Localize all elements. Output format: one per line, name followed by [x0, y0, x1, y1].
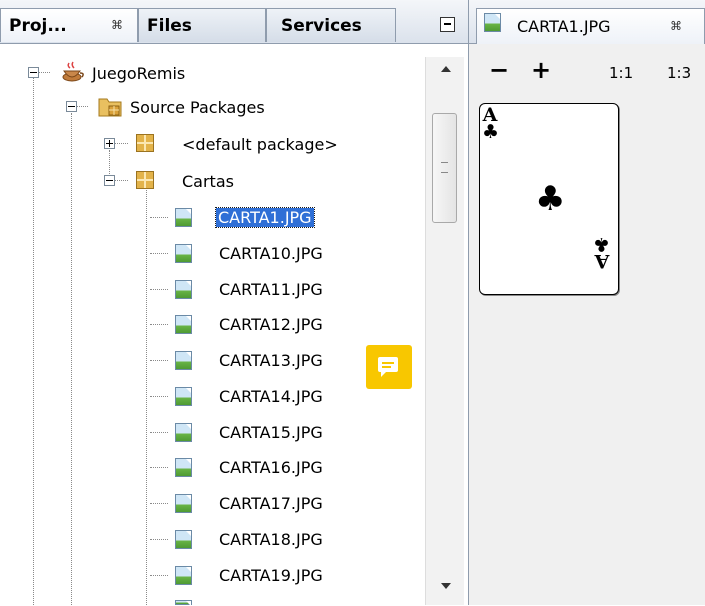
- club-icon: ♣: [482, 121, 500, 143]
- tree-item-file[interactable]: CARTA16.JPG: [219, 450, 323, 484]
- file-label: CARTA14.JPG: [219, 386, 323, 406]
- scroll-up-arrow-icon[interactable]: [441, 66, 451, 72]
- tree-guide: [150, 432, 168, 433]
- tree-item-file[interactable]: CARTA10.JPG: [219, 236, 323, 270]
- file-label: CARTA12.JPG: [219, 314, 323, 334]
- close-tab-icon[interactable]: ⌘: [111, 18, 123, 32]
- club-icon: ♣: [592, 233, 610, 255]
- image-file-icon: [175, 458, 192, 477]
- collapse-toggle[interactable]: [66, 101, 77, 112]
- tree-guide: [76, 106, 88, 107]
- tree-item-default-package[interactable]: <default package>: [182, 127, 338, 161]
- card-corner-top: A ♣: [482, 106, 500, 143]
- tree-item-source-packages[interactable]: Source Packages: [130, 90, 265, 124]
- tree-guide: [109, 150, 110, 174]
- file-label: CARTA10.JPG: [219, 243, 323, 263]
- project-label: JuegoRemis: [92, 63, 186, 83]
- tree-guide: [114, 180, 128, 181]
- collapse-toggle[interactable]: [28, 67, 39, 78]
- expand-toggle[interactable]: [104, 138, 115, 149]
- image-file-icon: [175, 566, 192, 585]
- zoom-out-button[interactable]: −: [489, 58, 509, 82]
- close-tab-icon[interactable]: ⌘: [670, 19, 682, 33]
- tree-item-file[interactable]: CARTA17.JPG: [219, 486, 323, 520]
- image-file-icon: [175, 530, 192, 549]
- file-label: CARTA11.JPG: [219, 279, 323, 299]
- tree-guide: [150, 467, 168, 468]
- package-icon: [136, 134, 154, 152]
- image-file-icon: [175, 315, 192, 334]
- file-label: CARTA1.JPG: [215, 206, 315, 228]
- tree-item-file[interactable]: CARTA19.JPG: [219, 558, 323, 592]
- tree-guide: [150, 360, 168, 361]
- file-label: CARTA15.JPG: [219, 422, 323, 442]
- file-label: CARTA17.JPG: [219, 493, 323, 513]
- comment-icon[interactable]: [366, 345, 412, 389]
- tab-projects-label: Proj...: [9, 16, 67, 36]
- cartas-label: Cartas: [182, 171, 234, 191]
- scroll-thumb[interactable]: [432, 113, 457, 223]
- tree-item-file[interactable]: CARTA18.JPG: [219, 522, 323, 556]
- tree-item-cartas[interactable]: Cartas: [182, 164, 234, 198]
- tree-guide: [150, 396, 168, 397]
- tree-guide: [150, 253, 168, 254]
- minimize-icon[interactable]: [440, 17, 455, 32]
- image-file-icon: [175, 351, 192, 370]
- tree-item-file[interactable]: CARTA14.JPG: [219, 379, 323, 413]
- tab-files[interactable]: Files: [138, 8, 266, 42]
- tree-guide: [150, 324, 168, 325]
- source-packages-label: Source Packages: [130, 97, 265, 117]
- file-label: CARTA16.JPG: [219, 457, 323, 477]
- image-file-icon: [175, 208, 192, 227]
- tab-carta1[interactable]: CARTA1.JPG ⌘: [476, 8, 705, 44]
- scroll-down-arrow-icon[interactable]: [441, 583, 451, 589]
- tree-guide: [150, 503, 168, 504]
- image-file-icon: [175, 244, 192, 263]
- tree-guide: [33, 78, 34, 605]
- image-file-icon: [175, 387, 192, 406]
- card-image: A ♣ ♣ A ♣: [479, 103, 619, 295]
- tree-guide: [146, 188, 147, 605]
- tree-item-file[interactable]: CARTA12.JPG: [219, 307, 323, 341]
- tree-guide: [71, 113, 72, 605]
- tree-guide: [150, 575, 168, 576]
- card-corner-bottom: A ♣: [592, 233, 610, 272]
- tree-guide: [150, 289, 168, 290]
- tab-services-label: Services: [281, 16, 362, 36]
- tab-files-label: Files: [147, 16, 192, 36]
- image-file-icon: [175, 494, 192, 513]
- tree-item-file[interactable]: CARTA1.JPG: [215, 200, 315, 234]
- tree-item-file[interactable]: CARTA13.JPG: [219, 343, 323, 377]
- actual-size-button[interactable]: 1:1: [609, 64, 633, 82]
- source-packages-icon: [98, 95, 122, 121]
- image-file-icon: [175, 600, 192, 606]
- tree-guide: [150, 217, 168, 218]
- zoom-in-button[interactable]: +: [531, 58, 551, 82]
- image-file-icon: [175, 423, 192, 442]
- tree-guide: [150, 539, 168, 540]
- project-icon: [61, 61, 85, 87]
- image-file-icon: [175, 280, 192, 299]
- club-icon: ♣: [535, 179, 566, 219]
- image-file-icon: [484, 13, 501, 32]
- package-icon: [136, 171, 154, 189]
- tree-guide: [38, 72, 50, 73]
- tree-item-file[interactable]: CARTA15.JPG: [219, 415, 323, 449]
- tree-item-project[interactable]: JuegoRemis: [92, 56, 185, 90]
- collapse-toggle[interactable]: [104, 175, 115, 186]
- file-label: CARTA13.JPG: [219, 350, 323, 370]
- file-label: CARTA19.JPG: [219, 565, 323, 585]
- tab-projects[interactable]: Proj... ⌘: [0, 8, 138, 42]
- tree-item-file[interactable]: CARTA11.JPG: [219, 272, 323, 306]
- tab-carta1-label: CARTA1.JPG: [517, 17, 611, 36]
- tab-services[interactable]: Services: [266, 8, 396, 42]
- default-package-label: <default package>: [182, 134, 338, 154]
- zoom-ratio-button[interactable]: 1:3: [667, 64, 691, 82]
- tree-guide: [114, 143, 128, 144]
- file-label: CARTA18.JPG: [219, 529, 323, 549]
